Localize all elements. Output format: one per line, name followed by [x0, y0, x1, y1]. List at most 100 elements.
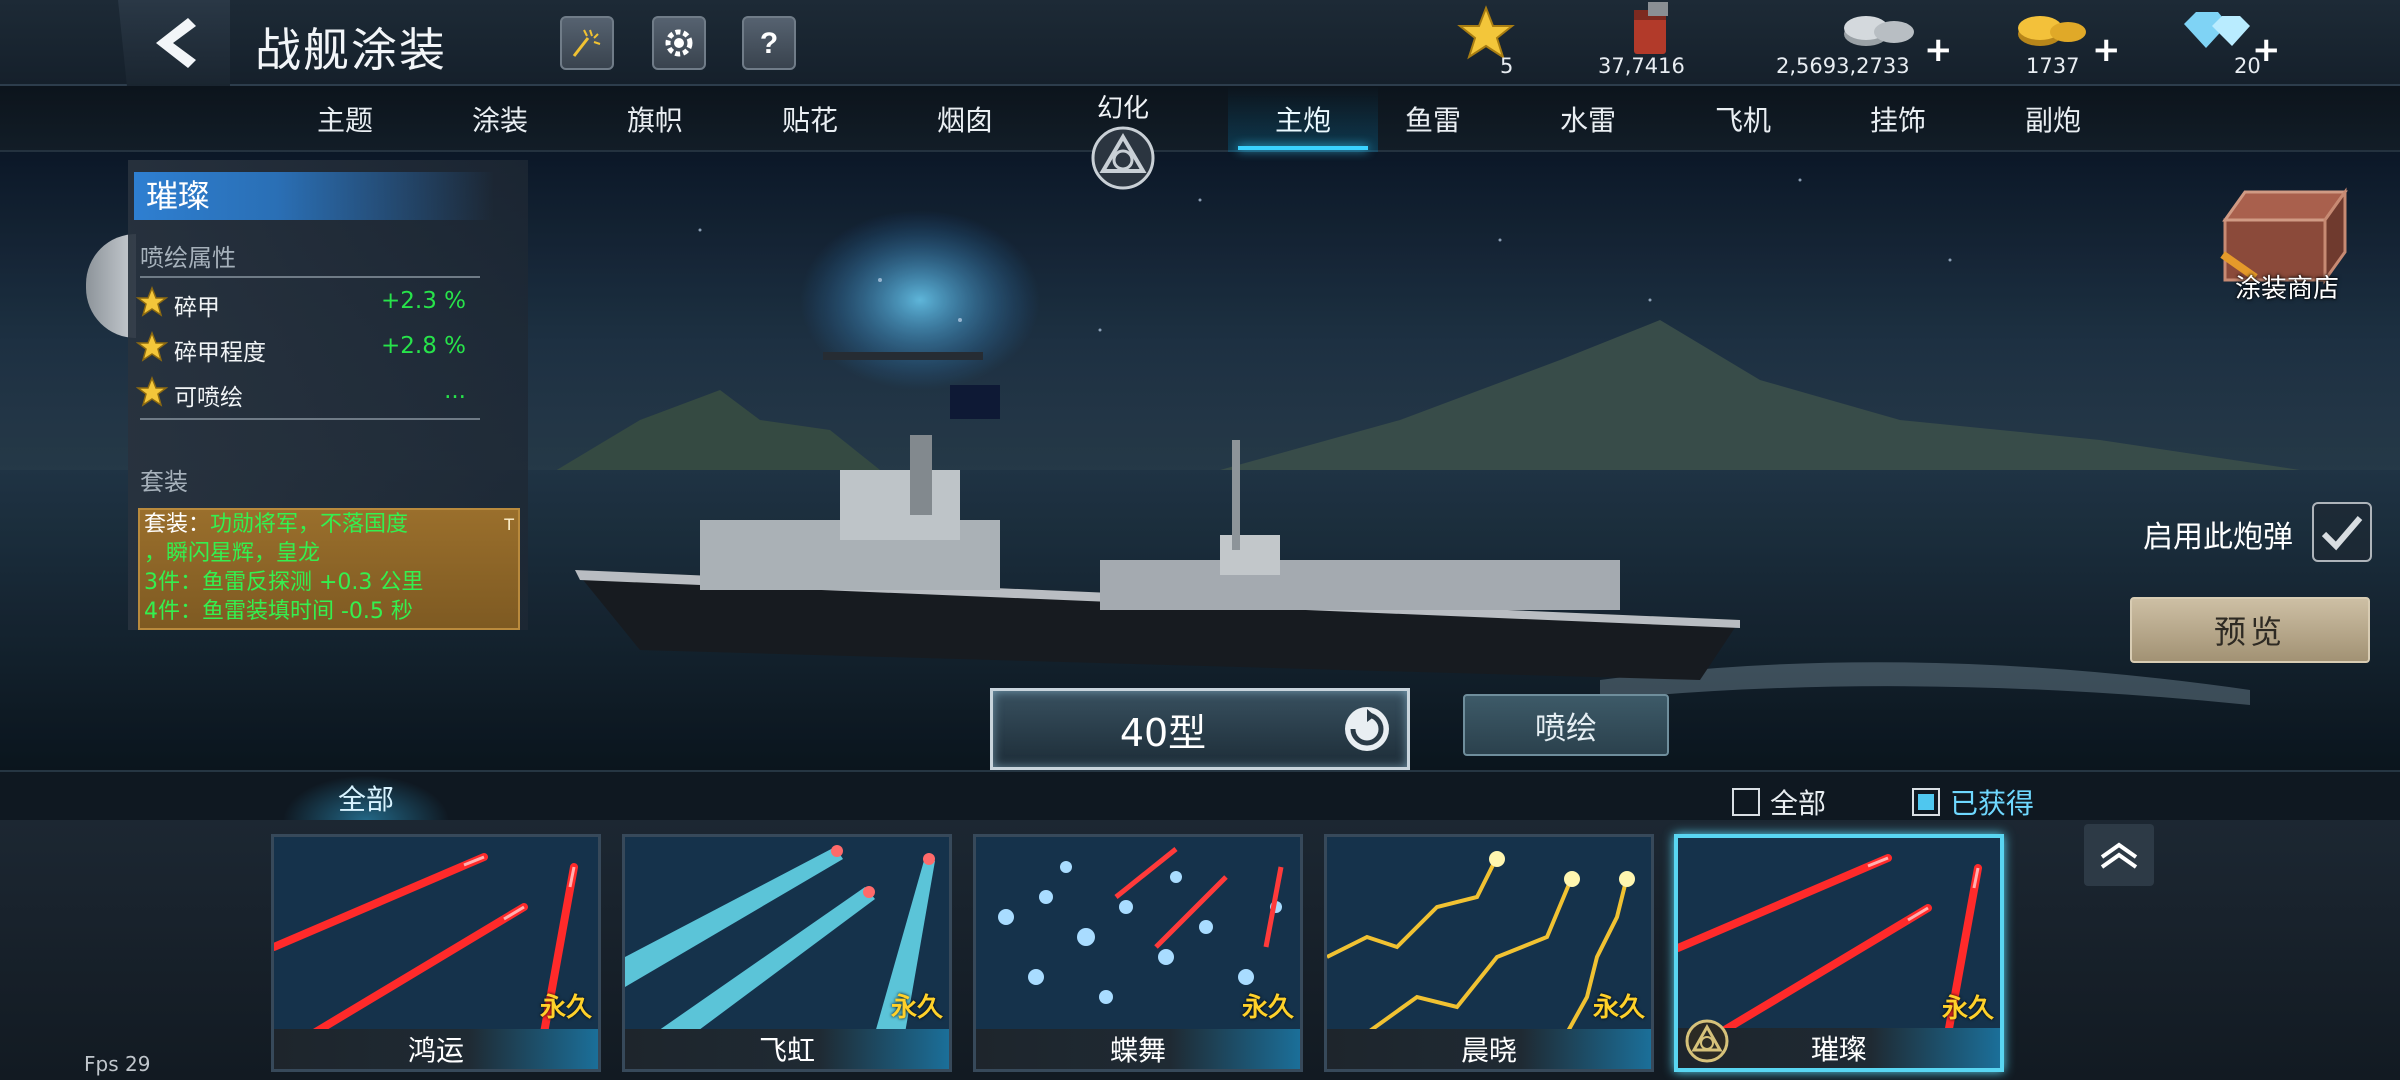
skin-card-name: 飞虹	[625, 1029, 949, 1069]
filter-owned[interactable]: 已获得	[1912, 782, 2034, 822]
paint-count: 37,7416	[1598, 54, 1685, 78]
attribute-value: +2.3 %	[380, 288, 466, 314]
back-button[interactable]	[118, 0, 230, 86]
tab-theme[interactable]: 主题	[270, 86, 420, 152]
attribute-value: +2.8 %	[380, 333, 466, 359]
attribute-name: 碎甲程度	[174, 340, 266, 366]
tab-chimney[interactable]: 烟囱	[890, 86, 1040, 152]
skin-card-selected[interactable]: 永久 璀璨	[1674, 834, 2004, 1072]
star-icon	[136, 286, 168, 317]
filter-owned-checkbox[interactable]	[1912, 788, 1940, 816]
silver-count: 2,5693,2733	[1776, 54, 1910, 78]
silver-plus-icon[interactable]: +	[1924, 30, 1953, 70]
ammo-type-label: 40型	[1119, 710, 1207, 755]
skin-card-name: 晨晓	[1327, 1029, 1651, 1069]
chevron-up-double-icon	[2100, 842, 2138, 869]
diamond-resource[interactable]: 20 +	[2170, 0, 2281, 86]
permanent-label: 永久	[1592, 993, 1645, 1023]
silver-coin-icon	[1844, 16, 1914, 46]
attribute-row: 碎甲程度 +2.8 %	[136, 327, 476, 367]
skin-name: 璀璨	[134, 172, 494, 220]
silver-resource[interactable]: 2,5693,2733 +	[1770, 0, 1953, 86]
paint-resource: 37,7416	[1590, 0, 1710, 86]
paint-bucket-icon	[1634, 2, 1668, 54]
enable-ammo-checkbox[interactable]	[2312, 502, 2372, 562]
refresh-icon[interactable]	[1341, 703, 1393, 755]
tab-flag[interactable]: 旗帜	[580, 86, 730, 152]
skin-card[interactable]: 永久 鸿运	[271, 834, 601, 1072]
set-members-cont: ，瞬闪星辉，皇龙	[144, 541, 321, 566]
preview-button[interactable]: 预览	[2130, 597, 2370, 663]
category-tabs: 主题 涂装 旗帜 贴花 烟囱 主炮 鱼雷 水雷 飞机 挂饰 副炮	[0, 86, 2400, 152]
svg-text:?: ?	[760, 27, 778, 60]
skin-shop-label: 涂装商店	[2235, 274, 2340, 304]
permanent-label: 永久	[890, 993, 943, 1023]
paint-button[interactable]: 喷绘	[1463, 694, 1669, 756]
diamond-icon	[2184, 12, 2250, 48]
set-bonus-3: 3件：鱼雷反探测 +0.3 公里	[144, 570, 424, 595]
top-bar: 战舰涂装 ? 5 37,7416 2,5693,2733 + 1737 + 20…	[0, 0, 2400, 86]
gold-resource[interactable]: 1737 +	[2000, 0, 2121, 86]
filter-all[interactable]: 全部	[1732, 782, 1826, 822]
transform-label: 幻化	[1096, 94, 1149, 124]
help-button[interactable]: ?	[742, 16, 796, 70]
set-bonus-box: 套装：功勋将军，不落国度 ，瞬闪星辉，皇龙 3件：鱼雷反探测 +0.3 公里 4…	[138, 508, 520, 630]
tab-all-skins[interactable]: 全部	[282, 775, 450, 821]
attribute-value: ...	[444, 378, 466, 404]
skin-info-panel: 璀璨 喷绘属性 碎甲 +2.3 % 碎甲程度 +2.8 % 可喷绘 ... 套装…	[128, 160, 528, 630]
skin-card-name: 鸿运	[274, 1029, 598, 1069]
permanent-label: 永久	[1941, 994, 1994, 1024]
checkmark-icon	[2321, 516, 2363, 551]
tab-secondary-gun[interactable]: 副炮	[1978, 86, 2128, 152]
skin-card[interactable]: 永久 蝶舞	[973, 834, 1303, 1072]
tab-torpedo[interactable]: 鱼雷	[1358, 86, 1508, 152]
set-members: 功勋将军，不落国度	[210, 512, 409, 537]
star-resource: 5	[1450, 0, 1520, 86]
set-heading: 套装	[140, 468, 188, 496]
star-count: 5	[1500, 54, 1514, 78]
ammo-selector[interactable]: 40型	[990, 688, 1410, 770]
diamond-plus-icon[interactable]: +	[2252, 30, 2281, 70]
gear-icon	[665, 29, 693, 57]
divider	[140, 276, 480, 278]
permanent-label: 永久	[539, 993, 592, 1023]
transform-button[interactable]: 幻化	[1068, 86, 1178, 196]
attribute-row: 碎甲 +2.3 %	[136, 282, 476, 322]
tab-ornament[interactable]: 挂饰	[1823, 86, 1973, 152]
gold-coin-icon	[2018, 16, 2086, 46]
chevron-left-icon	[156, 18, 196, 68]
set-bonus-4: 4件：鱼雷装填时间 -0.5 秒	[144, 599, 413, 624]
settings-button[interactable]	[652, 16, 706, 70]
skin-card[interactable]: 永久 飞虹	[622, 834, 952, 1072]
permanent-label: 永久	[1241, 993, 1294, 1023]
fps-counter: Fps 29	[84, 1052, 151, 1076]
attribute-name: 可喷绘	[174, 385, 243, 411]
divider	[140, 418, 480, 420]
gold-plus-icon[interactable]: +	[2092, 30, 2121, 70]
tab-main-gun[interactable]: 主炮	[1228, 86, 1378, 152]
star-icon	[136, 331, 168, 362]
tab-mine[interactable]: 水雷	[1513, 86, 1663, 152]
tab-skin[interactable]: 涂装	[425, 86, 575, 152]
star-icon	[136, 376, 168, 407]
tab-decal[interactable]: 贴花	[735, 86, 885, 152]
skin-card-name: 蝶舞	[976, 1029, 1300, 1069]
enable-ammo-label: 启用此炮弹	[2143, 520, 2293, 555]
question-icon: ?	[760, 27, 778, 60]
filter-all-label: 全部	[1770, 787, 1827, 820]
transform-emblem-icon	[1685, 1019, 1729, 1063]
skin-card[interactable]: 永久 晨晓	[1324, 834, 1654, 1072]
collapse-button[interactable]	[2084, 824, 2154, 886]
set-tag: T	[504, 515, 514, 534]
attribute-name: 碎甲	[174, 295, 220, 321]
set-prefix: 套装：	[144, 512, 211, 537]
tab-aircraft[interactable]: 飞机	[1668, 86, 1818, 152]
firework-button[interactable]	[560, 16, 614, 70]
transform-emblem-icon	[1091, 126, 1155, 190]
filter-all-checkbox[interactable]	[1732, 788, 1760, 816]
filter-owned-label: 已获得	[1950, 787, 2035, 820]
attribute-row: 可喷绘 ...	[136, 372, 476, 412]
spray-attributes-heading: 喷绘属性	[140, 244, 236, 272]
gold-count: 1737	[2026, 54, 2080, 78]
firework-icon	[572, 29, 601, 57]
